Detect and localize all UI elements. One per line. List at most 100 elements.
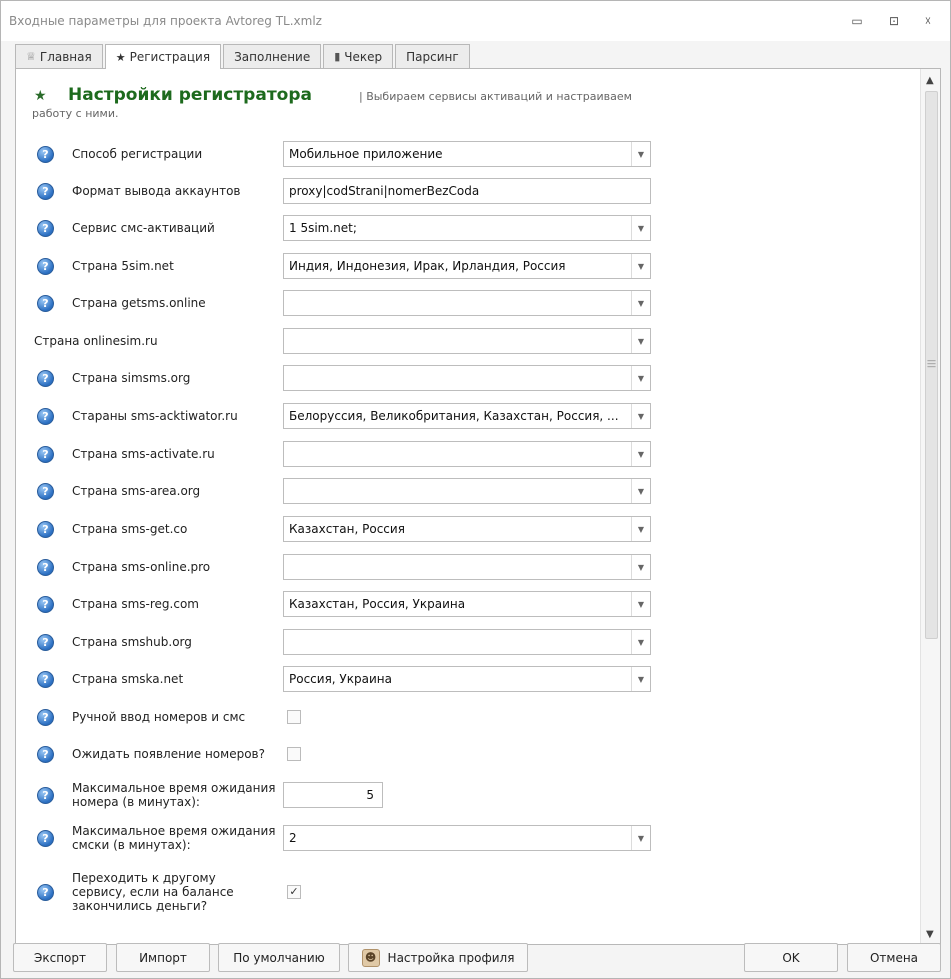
setting-dropdown[interactable]: Индия, Индонезия, Ирак, Ирландия, Россия…: [283, 253, 651, 279]
tab-registration-label: Регистрация: [129, 50, 211, 64]
chevron-down-icon[interactable]: ▼: [631, 142, 650, 166]
setting-dropdown[interactable]: ▼: [283, 478, 651, 504]
help-icon[interactable]: ?: [37, 407, 54, 425]
setting-dropdown[interactable]: Мобильное приложение ▼: [283, 141, 651, 167]
help-icon[interactable]: ?: [37, 257, 54, 275]
chevron-down-icon[interactable]: ▼: [631, 366, 650, 390]
settings-window: Входные параметры для проекта Avtoreg TL…: [0, 0, 951, 979]
setting-dropdown[interactable]: 1 5sim.net; ▼: [283, 215, 651, 241]
help-icon[interactable]: ?: [37, 520, 54, 538]
chevron-down-icon[interactable]: ▼: [631, 826, 650, 850]
setting-dropdown[interactable]: ▼: [283, 554, 651, 580]
tab-checker[interactable]: ▮ Чекер: [323, 44, 394, 68]
scroll-up-icon[interactable]: ▲: [926, 75, 934, 86]
setting-dropdown[interactable]: 2 ▼: [283, 825, 651, 851]
star-icon: ★: [34, 88, 47, 104]
help-icon[interactable]: ?: [37, 294, 54, 312]
help-icon[interactable]: ?: [37, 145, 54, 163]
maximize-button[interactable]: ⊡: [883, 11, 905, 31]
tab-registration[interactable]: ★ Регистрация: [104, 44, 222, 69]
tab-parsing-label: Парсинг: [406, 49, 459, 64]
tab-parsing[interactable]: Парсинг: [395, 44, 470, 68]
chevron-down-icon[interactable]: ▼: [631, 404, 650, 428]
setting-checkbox[interactable]: ✓: [287, 885, 301, 899]
chevron-down-icon[interactable]: ▼: [631, 555, 650, 579]
scroll-thumb[interactable]: — — —: [925, 91, 938, 639]
setting-row: ? Страна smshub.org ▼: [16, 629, 920, 655]
help-icon[interactable]: ?: [37, 369, 54, 387]
chevron-down-icon[interactable]: ▼: [631, 667, 650, 691]
setting-dropdown[interactable]: Белоруссия, Великобритания, Казахстан, Р…: [283, 403, 651, 429]
help-icon[interactable]: ?: [37, 708, 54, 726]
vertical-scrollbar[interactable]: ▲ — — — ▼: [920, 69, 940, 944]
setting-dropdown[interactable]: ▼: [283, 441, 651, 467]
setting-dropdown[interactable]: Казахстан, Россия ▼: [283, 516, 651, 542]
setting-label: Страна simsms.org: [72, 371, 191, 385]
setting-label: Страна sms-get.co: [72, 522, 188, 536]
setting-row: ? Формат вывода аккаунтов proxy|codStrani|…: [16, 178, 920, 204]
setting-row: ? Переходить к другому сервису, если на б…: [16, 869, 920, 913]
setting-label: Страна sms-activate.ru: [72, 447, 215, 461]
setting-row: ? Страна 5sim.net Индия, Индонезия, Ирак, …: [16, 253, 920, 279]
setting-row: ? Страна smska.net Россия, Украина ▼: [16, 666, 920, 692]
dropdown-value: Казахстан, Россия: [289, 522, 405, 536]
help-icon[interactable]: ?: [37, 219, 54, 237]
setting-label: Ручной ввод номеров и смс: [72, 710, 246, 724]
setting-row: ? Страна simsms.org ▼: [16, 365, 920, 391]
setting-dropdown[interactable]: Казахстан, Россия, Украина ▼: [283, 591, 651, 617]
setting-dropdown[interactable]: ▼: [283, 629, 651, 655]
help-icon[interactable]: ?: [37, 182, 54, 200]
setting-dropdown[interactable]: Россия, Украина ▼: [283, 666, 651, 692]
chevron-down-icon[interactable]: ▼: [631, 630, 650, 654]
setting-label: Страна sms-area.org: [72, 484, 201, 498]
cancel-label: Отмена: [869, 950, 919, 965]
tab-filling-label: Заполнение: [234, 49, 311, 64]
setting-number-input[interactable]: 5: [283, 782, 383, 808]
defaults-button[interactable]: По умолчанию: [218, 943, 340, 972]
tab-filling[interactable]: Заполнение: [223, 44, 322, 68]
cancel-button[interactable]: Отмена: [847, 943, 941, 972]
help-icon[interactable]: ?: [37, 595, 54, 613]
help-icon[interactable]: ?: [37, 883, 54, 901]
help-icon[interactable]: ?: [37, 745, 54, 763]
setting-checkbox[interactable]: [287, 710, 301, 724]
minimize-button[interactable]: ▭: [846, 11, 868, 31]
setting-dropdown[interactable]: ▼: [283, 290, 651, 316]
home-icon: ♕: [26, 50, 36, 63]
close-button[interactable]: ☓: [917, 11, 939, 31]
import-label: Импорт: [139, 950, 187, 965]
help-icon[interactable]: ?: [37, 633, 54, 651]
profile-settings-button[interactable]: ☻ Настройка профиля: [348, 943, 528, 972]
chevron-down-icon[interactable]: ▼: [631, 592, 650, 616]
chevron-down-icon[interactable]: ▼: [631, 442, 650, 466]
scroll-down-icon[interactable]: ▼: [926, 929, 934, 940]
help-icon[interactable]: ?: [37, 445, 54, 463]
import-button[interactable]: Импорт: [116, 943, 210, 972]
tab-bar: ♕ Главная ★ Регистрация Заполнение ▮ Чек…: [15, 44, 472, 69]
chevron-down-icon[interactable]: ▼: [631, 479, 650, 503]
setting-dropdown[interactable]: ▼: [283, 365, 651, 391]
export-button[interactable]: Экспорт: [13, 943, 107, 972]
chevron-down-icon[interactable]: ▼: [631, 291, 650, 315]
setting-text-input[interactable]: proxy|codStrani|nomerBezCoda: [283, 178, 651, 204]
tab-main[interactable]: ♕ Главная: [15, 44, 103, 68]
ok-button[interactable]: OK: [744, 943, 838, 972]
help-icon[interactable]: ?: [37, 786, 54, 804]
ok-label: OK: [782, 950, 800, 965]
help-icon[interactable]: ?: [37, 558, 54, 576]
setting-dropdown[interactable]: ▼: [283, 328, 651, 354]
setting-label: Стараны sms-acktiwator.ru: [72, 409, 238, 423]
help-icon[interactable]: ?: [37, 829, 54, 847]
export-label: Экспорт: [33, 950, 87, 965]
help-icon[interactable]: ?: [37, 482, 54, 500]
chevron-down-icon[interactable]: ▼: [631, 254, 650, 278]
chevron-down-icon[interactable]: ▼: [631, 517, 650, 541]
setting-label: Максимальное время ожидания номера (в ми…: [72, 781, 276, 809]
help-icon[interactable]: ?: [37, 670, 54, 688]
dropdown-value: Индия, Индонезия, Ирак, Ирландия, Россия: [289, 259, 566, 273]
chevron-down-icon[interactable]: ▼: [631, 216, 650, 240]
setting-label: Страна sms-reg.com: [72, 597, 199, 611]
setting-checkbox[interactable]: [287, 747, 301, 761]
chevron-down-icon[interactable]: ▼: [631, 329, 650, 353]
setting-row: ? Способ регистрации Мобильное приложение ▼: [16, 141, 920, 167]
